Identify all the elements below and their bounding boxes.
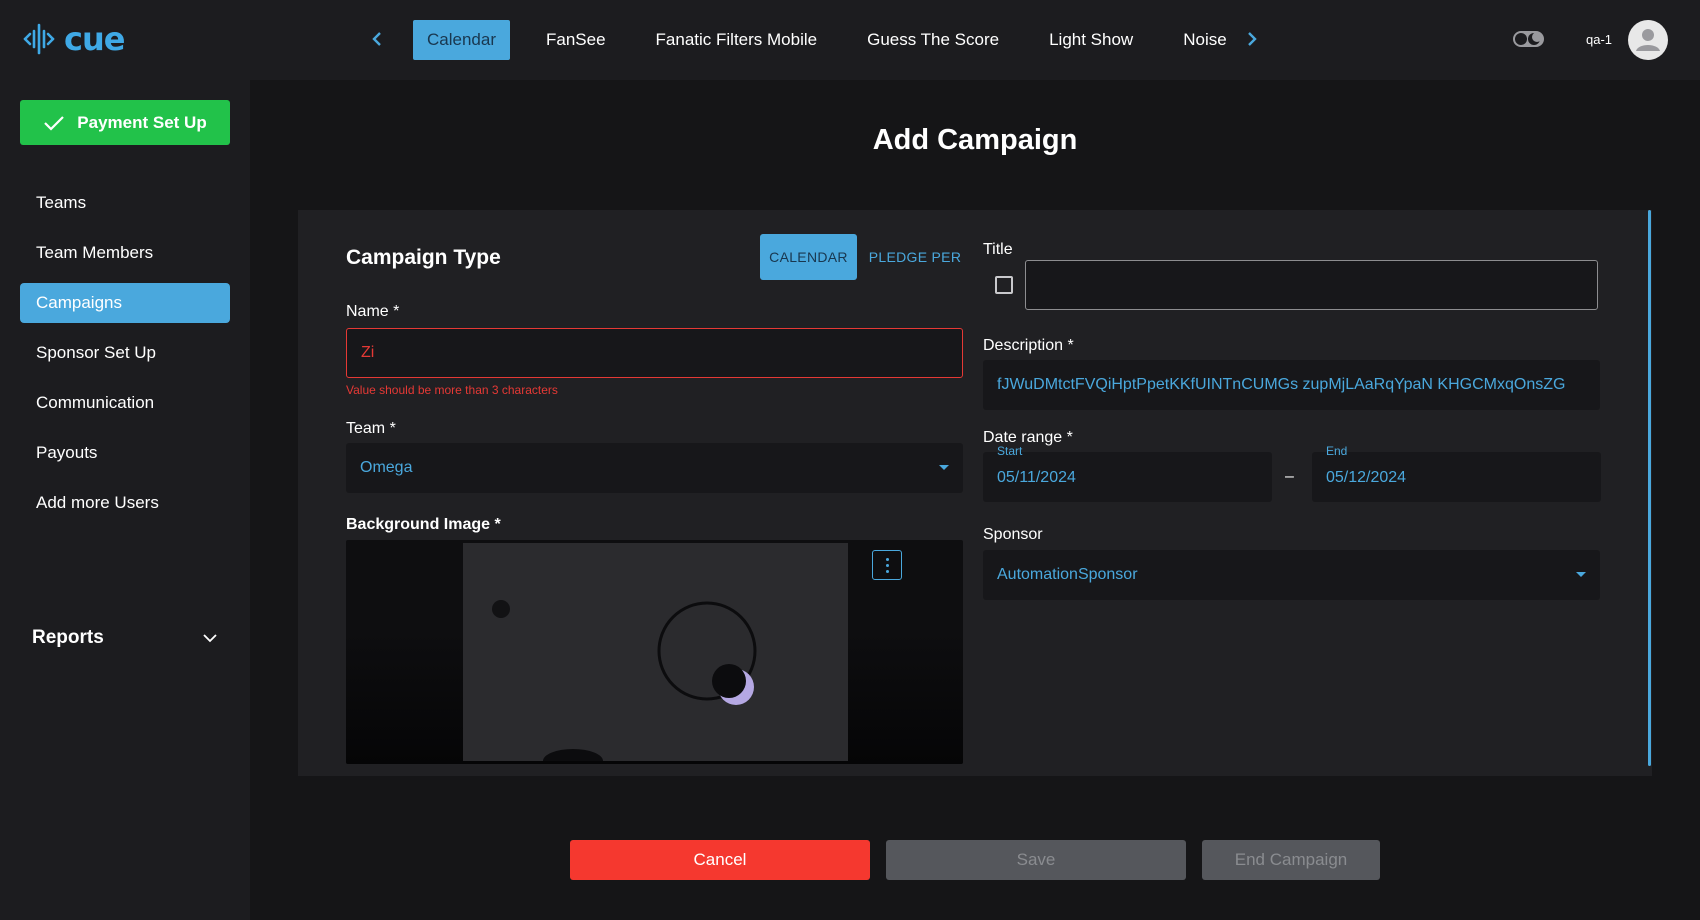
theme-toggle[interactable] bbox=[1512, 28, 1546, 50]
more-vertical-icon-dot bbox=[885, 563, 889, 567]
sidebar-item-add-more-users[interactable]: Add more Users bbox=[20, 483, 230, 523]
title-input[interactable] bbox=[1025, 260, 1598, 310]
form-scrollbar[interactable] bbox=[1648, 210, 1651, 766]
background-image-preview[interactable] bbox=[346, 540, 963, 764]
start-date-label: Start bbox=[997, 444, 1023, 458]
tabs-scroll-right[interactable] bbox=[1240, 27, 1264, 51]
end-date-value: 05/12/2024 bbox=[1326, 469, 1407, 486]
end-campaign-button[interactable]: End Campaign bbox=[1202, 840, 1380, 880]
type-calendar-button[interactable]: CALENDAR bbox=[760, 234, 857, 280]
user-icon bbox=[1636, 29, 1660, 51]
title-label: Title bbox=[983, 241, 1013, 258]
name-input[interactable]: Zi bbox=[346, 328, 963, 378]
chevron-down-icon bbox=[203, 634, 217, 643]
more-vertical-icon-dot bbox=[885, 557, 889, 561]
top-bar: cue Calendar FanSee Fanatic Filters Mobi… bbox=[0, 0, 1700, 80]
reports-label: Reports bbox=[32, 627, 104, 648]
image-options-button[interactable] bbox=[872, 550, 902, 580]
sponsor-value: AutomationSponsor bbox=[997, 566, 1138, 583]
start-date-input[interactable]: 05/11/2024 bbox=[983, 452, 1272, 502]
sidebar-item-communication[interactable]: Communication bbox=[20, 383, 230, 423]
sidebar-item-team-members[interactable]: Team Members bbox=[20, 233, 230, 273]
user-name[interactable]: qa-1 bbox=[1586, 32, 1612, 47]
start-date-value: 05/11/2024 bbox=[997, 469, 1076, 486]
tab-fanatic-filters-mobile[interactable]: Fanatic Filters Mobile bbox=[642, 20, 832, 60]
sidebar-reports-toggle[interactable]: Reports bbox=[20, 618, 230, 658]
page-title: Add Campaign bbox=[872, 124, 1078, 156]
sponsor-label: Sponsor bbox=[983, 526, 1043, 543]
tab-noise[interactable]: Noise bbox=[1169, 20, 1226, 60]
team-value: Omega bbox=[360, 459, 413, 476]
name-label: Name * bbox=[346, 303, 400, 320]
description-input[interactable]: fJWuDMtctFVQiHptPpetKKfUINTnCUMGs zupMjL… bbox=[983, 360, 1600, 410]
payment-setup-label: Payment Set Up bbox=[77, 112, 207, 132]
tab-calendar[interactable]: Calendar bbox=[413, 20, 510, 60]
dropdown-caret-icon bbox=[939, 465, 949, 470]
team-select[interactable]: Omega bbox=[346, 443, 963, 493]
chevron-left-icon bbox=[372, 32, 381, 46]
app-tabs: Calendar FanSee Fanatic Filters Mobile G… bbox=[413, 20, 1227, 60]
team-label: Team * bbox=[346, 420, 396, 437]
placeholder-graphic bbox=[492, 600, 757, 764]
sidebar-item-teams[interactable]: Teams bbox=[20, 183, 230, 223]
avatar[interactable] bbox=[1628, 20, 1668, 60]
sidebar-item-campaigns[interactable]: Campaigns bbox=[20, 283, 230, 323]
tabs-scroll-left[interactable] bbox=[365, 27, 389, 51]
campaign-type-title: Campaign Type bbox=[346, 246, 501, 269]
tab-light-show[interactable]: Light Show bbox=[1035, 20, 1147, 60]
save-button[interactable]: Save bbox=[886, 840, 1186, 880]
sponsor-select[interactable]: AutomationSponsor bbox=[983, 550, 1600, 600]
logo[interactable]: cue bbox=[22, 20, 125, 58]
sidebar: Payment Set Up Teams Team Members Campai… bbox=[0, 80, 250, 920]
image-placeholder bbox=[463, 543, 848, 764]
end-date-label: End bbox=[1326, 444, 1348, 458]
waveform-icon bbox=[23, 23, 55, 55]
check-icon bbox=[44, 115, 65, 131]
chevron-right-icon bbox=[1248, 32, 1257, 46]
main-content: Add Campaign Campaign Type CALENDAR PLED… bbox=[250, 80, 1700, 920]
title-checkbox[interactable] bbox=[995, 276, 1013, 294]
name-error: Value should be more than 3 characters bbox=[346, 383, 558, 397]
sidebar-item-sponsor-set-up[interactable]: Sponsor Set Up bbox=[20, 333, 230, 373]
dark-mode-toggle-icon bbox=[1513, 31, 1544, 47]
description-label: Description * bbox=[983, 337, 1074, 354]
sidebar-item-payouts[interactable]: Payouts bbox=[20, 433, 230, 473]
end-date-input[interactable]: 05/12/2024 bbox=[1312, 452, 1601, 502]
payment-setup-button[interactable]: Payment Set Up bbox=[20, 100, 230, 145]
logo-text: cue bbox=[64, 20, 125, 58]
cancel-button[interactable]: Cancel bbox=[570, 840, 870, 880]
tab-fansee[interactable]: FanSee bbox=[532, 20, 620, 60]
dropdown-caret-icon bbox=[1576, 572, 1586, 577]
tab-guess-the-score[interactable]: Guess The Score bbox=[853, 20, 1013, 60]
campaign-form: Campaign Type CALENDAR PLEDGE PER Name *… bbox=[298, 210, 1652, 776]
type-pledge-button[interactable]: PLEDGE PER bbox=[865, 234, 965, 280]
more-vertical-icon-dot bbox=[885, 569, 889, 573]
background-image-label: Background Image * bbox=[346, 516, 501, 533]
date-separator: – bbox=[1285, 468, 1294, 485]
